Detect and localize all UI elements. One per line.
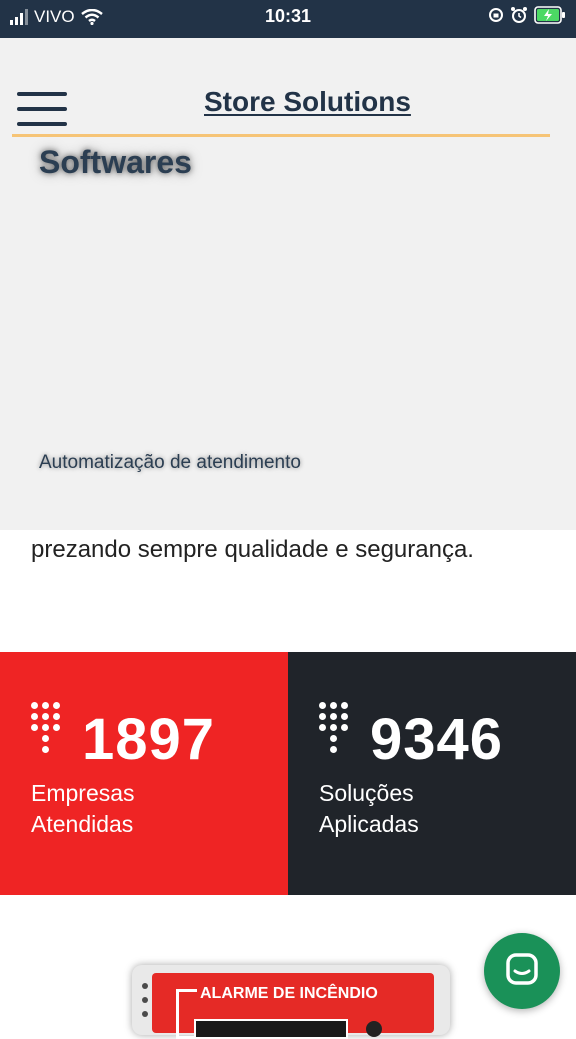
hamburger-icon[interactable] (17, 92, 67, 126)
stat-number: 9346 (370, 707, 504, 772)
product-title: ALARME DE INCÊNDIO (200, 985, 378, 1002)
chat-icon (506, 953, 538, 985)
alarm-icon (511, 7, 527, 23)
stat-number: 1897 (82, 707, 216, 772)
status-bar: VIVO 10:31 (0, 0, 576, 38)
menu-item-automation[interactable]: Automatização de atendimento (39, 452, 301, 474)
stat-label-line1: Empresas (31, 780, 135, 806)
stat-label-line1: Soluções (319, 780, 414, 806)
stats-section: 1897 Empresas Atendidas 9346 Soluções Ap… (0, 652, 576, 895)
rotation-lock-icon (489, 8, 503, 22)
navbar: Store Solutions Softwares Automatização … (0, 38, 576, 530)
chat-button[interactable] (484, 933, 560, 1009)
led-indicators (140, 983, 150, 1033)
key-switch-icon (366, 1021, 382, 1037)
status-right-icons (488, 6, 566, 24)
menu-item-softwares[interactable]: Softwares (39, 144, 192, 181)
battery-charging-icon (534, 6, 565, 24)
keypad-icon (31, 702, 71, 754)
brand-divider (12, 134, 550, 137)
body-text: prezando sempre qualidade e segurança. (31, 536, 474, 563)
stat-label: Empresas Atendidas (31, 778, 135, 840)
stat-companies: 1897 Empresas Atendidas (0, 652, 288, 895)
alarm-panel: ALARME DE INCÊNDIO (152, 973, 434, 1039)
stat-label-line2: Aplicadas (319, 811, 419, 837)
stat-label: Soluções Aplicadas (319, 778, 419, 840)
brand-title[interactable]: Store Solutions (204, 86, 411, 118)
stat-label-line2: Atendidas (31, 811, 134, 837)
stat-solutions: 9346 Soluções Aplicadas (288, 652, 576, 895)
product-image: ALARME DE INCÊNDIO (132, 965, 450, 1039)
keypad-icon (319, 702, 359, 754)
panel-display (194, 1019, 348, 1039)
